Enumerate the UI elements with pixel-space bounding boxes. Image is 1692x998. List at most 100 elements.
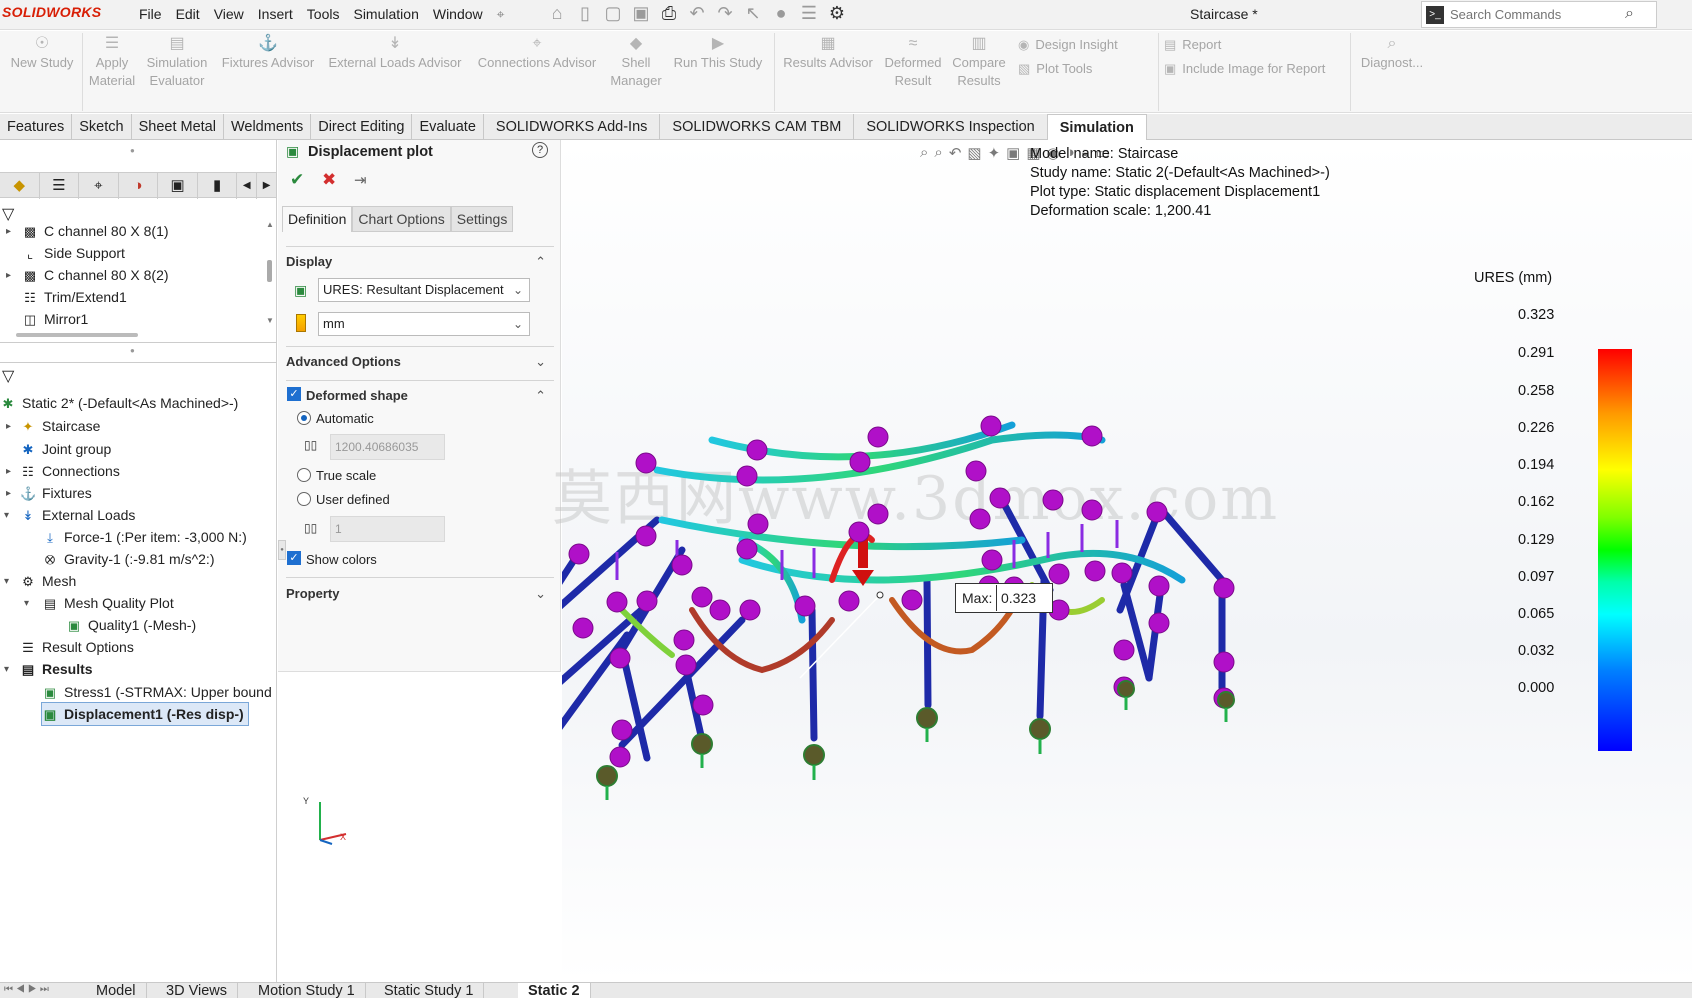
new-study-button[interactable]: ☉ New Study: [4, 35, 80, 72]
panel-splitter[interactable]: [0, 342, 277, 343]
run-study-button[interactable]: ▶ Run This Study: [668, 35, 768, 72]
feature-manager-tab-icon[interactable]: ◆: [0, 173, 40, 199]
plot-tools-button[interactable]: ▧ Plot Tools: [1018, 61, 1092, 77]
true-scale-radio[interactable]: [297, 468, 311, 482]
staircase-frame-model[interactable]: [562, 140, 1692, 982]
tree-item-side-support[interactable]: ⌞ Side Support: [22, 242, 125, 264]
open-folder-icon[interactable]: ▢: [601, 3, 625, 24]
tab-definition[interactable]: Definition: [282, 206, 353, 232]
configuration-manager-tab-icon[interactable]: ⌖: [79, 173, 119, 199]
diagnostics-button[interactable]: ⌕ Diagnost...: [1354, 35, 1430, 72]
cam-tab-icon[interactable]: ▮: [198, 173, 238, 199]
home-icon[interactable]: ⌂: [545, 3, 569, 24]
display-section-header[interactable]: Display ⌃: [286, 254, 554, 269]
cancel-x-icon[interactable]: ✖: [322, 170, 336, 190]
filter-icon[interactable]: ▽: [2, 366, 14, 386]
tree-item-mesh[interactable]: ⚙ Mesh: [20, 570, 76, 592]
tab-model[interactable]: Model: [86, 983, 147, 998]
tree-scrollbar[interactable]: ▲ ▼: [265, 220, 275, 326]
panel-grip-icon[interactable]: ●: [130, 346, 135, 355]
max-probe-label[interactable]: Max: 0.323: [955, 583, 1053, 613]
tab-evaluate[interactable]: Evaluate: [412, 114, 484, 140]
deformed-shape-checkbox[interactable]: ✓: [287, 387, 301, 401]
tab-direct-editing[interactable]: Direct Editing: [311, 114, 413, 140]
tree-item-gravity-1[interactable]: ⭙ Gravity-1 (:-9.81 m/s^2:): [42, 548, 215, 570]
horizontal-scrollbar[interactable]: [16, 333, 138, 337]
panel-grip-icon[interactable]: ●: [130, 146, 135, 155]
expand-arrow-icon[interactable]: ▸: [6, 421, 16, 432]
tree-item-quality-1[interactable]: ▣ Quality1 (-Mesh-): [66, 614, 196, 636]
fixtures-advisor-button[interactable]: ⚓ Fixtures Advisor: [216, 35, 320, 72]
ok-checkmark-icon[interactable]: ✔: [290, 170, 304, 190]
tab-features[interactable]: Features: [0, 114, 73, 140]
compare-results-button[interactable]: ▥ Compare Results: [948, 35, 1010, 90]
search-icon[interactable]: ⌕: [1625, 5, 1634, 23]
property-manager-tab-icon[interactable]: ☰: [40, 173, 80, 199]
select-cursor-icon[interactable]: ↖: [741, 3, 765, 24]
search-commands-box[interactable]: >_ ⌕: [1421, 1, 1657, 28]
tree-item-joint-group[interactable]: ✱ Joint group: [20, 438, 112, 460]
tree-item-connections[interactable]: ☷ Connections: [20, 460, 120, 482]
automatic-scale-field[interactable]: 1200.40686035: [330, 434, 445, 460]
tree-item-results[interactable]: ▤ Results: [20, 658, 93, 680]
menu-edit[interactable]: Edit: [169, 6, 207, 23]
tab-solidworks-add-ins[interactable]: SOLIDWORKS Add-Ins: [484, 114, 661, 140]
deformed-result-button[interactable]: ≈ Deformed Result: [882, 35, 944, 90]
tab-sketch[interactable]: Sketch: [72, 114, 132, 140]
tree-item-c-channel-2[interactable]: ▩ C channel 80 X 8(2): [22, 264, 169, 286]
property-section-header[interactable]: Property ⌄: [286, 586, 554, 601]
user-defined-scale-field[interactable]: 1: [330, 516, 445, 542]
shell-manager-button[interactable]: ◆ Shell Manager: [608, 35, 664, 90]
external-loads-advisor-button[interactable]: ↡ External Loads Advisor: [324, 35, 466, 72]
tab-static-2[interactable]: Static 2: [518, 983, 591, 998]
tree-item-mesh-quality-plot[interactable]: ▤ Mesh Quality Plot: [42, 592, 174, 614]
collapse-arrow-icon[interactable]: ▾: [4, 510, 14, 521]
expand-chevron-icon[interactable]: ⌄: [535, 586, 546, 602]
user-defined-radio[interactable]: [297, 492, 311, 506]
results-advisor-button[interactable]: ▦ Results Advisor: [778, 35, 878, 72]
tree-item-trim-extend[interactable]: ☷ Trim/Extend1: [22, 286, 127, 308]
connections-advisor-button[interactable]: ⌖ Connections Advisor: [470, 35, 604, 72]
expand-arrow-icon[interactable]: ▸: [6, 488, 16, 499]
menu-window[interactable]: Window: [426, 6, 490, 23]
tree-item-c-channel-1[interactable]: ▩ C channel 80 X 8(1): [22, 220, 169, 242]
pin-icon[interactable]: ⌖: [490, 6, 512, 23]
tree-item-force-1[interactable]: ⤓ Force-1 (:Per item: -3,000 N:): [42, 526, 247, 548]
tree-item-external-loads[interactable]: ↡ External Loads: [20, 504, 136, 526]
component-dropdown[interactable]: URES: Resultant Displacement ⌄: [318, 278, 530, 302]
search-input[interactable]: [1450, 7, 1610, 22]
design-insight-button[interactable]: ◉ Design Insight: [1018, 37, 1118, 53]
units-dropdown[interactable]: mm ⌄: [318, 312, 530, 336]
scroll-left-icon[interactable]: ◀: [237, 173, 258, 199]
simulation-evaluator-button[interactable]: ▤ Simulation Evaluator: [140, 35, 214, 90]
expand-arrow-icon[interactable]: ▸: [6, 466, 16, 477]
tab-solidworks-cam-tbm[interactable]: SOLIDWORKS CAM TBM: [660, 114, 855, 140]
menu-tools[interactable]: Tools: [300, 6, 347, 23]
menu-file[interactable]: File: [132, 6, 169, 23]
save-icon[interactable]: ▣: [629, 3, 653, 24]
tab-scroll-arrows-icon[interactable]: ⏮◀▶⏭: [4, 984, 52, 995]
tab-settings[interactable]: Settings: [450, 206, 514, 232]
appearance-manager-tab-icon[interactable]: ◑: [119, 173, 159, 199]
automatic-radio[interactable]: [297, 411, 311, 425]
tab-chart-options[interactable]: Chart Options: [352, 206, 451, 232]
expand-arrow-icon[interactable]: ▸: [6, 226, 16, 237]
undo-icon[interactable]: ↶: [685, 3, 709, 24]
tab-simulation[interactable]: Simulation: [1047, 114, 1147, 140]
panel-collapse-handle[interactable]: ●: [278, 540, 286, 560]
graphics-viewport[interactable]: ⌕ ⌕ ↶ ▧ ✦ ▣ ▦ ◉ ◑ ◒ ▭ 莫西网www.3dmox.com M…: [303, 140, 1692, 982]
options-gear-icon[interactable]: ⚙: [825, 3, 849, 24]
expand-arrow-icon[interactable]: ▸: [6, 270, 16, 281]
tree-item-fixtures[interactable]: ⚓ Fixtures: [20, 482, 92, 504]
report-button[interactable]: ▤ Report: [1164, 37, 1221, 53]
tree-item-result-options[interactable]: ☰ Result Options: [20, 636, 134, 658]
collapse-chevron-icon[interactable]: ⌃: [535, 254, 546, 270]
collapse-arrow-icon[interactable]: ▾: [4, 576, 14, 587]
rebuild-icon[interactable]: ●: [769, 3, 793, 24]
deformed-shape-section-header[interactable]: Deformed shape ⌃: [306, 388, 554, 403]
advanced-options-section-header[interactable]: Advanced Options ⌄: [286, 354, 554, 369]
collapse-arrow-icon[interactable]: ▾: [4, 664, 14, 675]
help-icon[interactable]: ?: [532, 142, 548, 158]
filter-icon[interactable]: ▽: [2, 204, 14, 224]
include-image-button[interactable]: ▣ Include Image for Report: [1164, 61, 1325, 77]
